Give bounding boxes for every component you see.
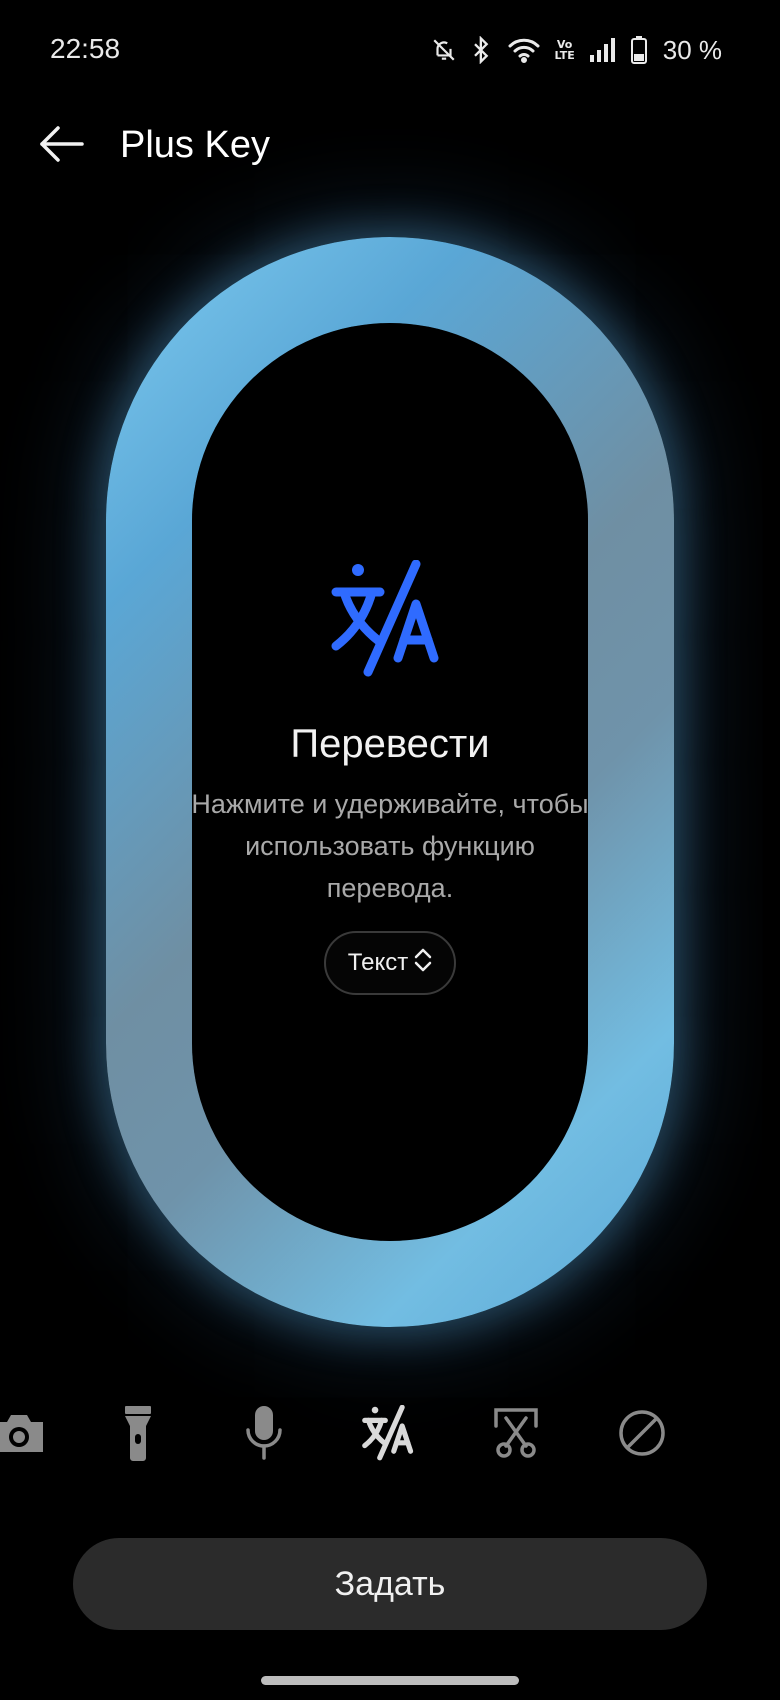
home-indicator[interactable]: [261, 1676, 519, 1685]
volte-icon: Vo LTE: [555, 39, 575, 61]
tool-none[interactable]: [607, 1400, 677, 1470]
flashlight-icon: [121, 1404, 155, 1467]
wifi-icon: [507, 37, 541, 63]
translate-mode-select[interactable]: Текст: [323, 931, 457, 995]
arrow-left-icon: [38, 124, 86, 169]
feature-panel: Перевести Нажмите и удерживайте, чтобы и…: [190, 560, 590, 995]
feature-description: Нажмите и удерживайте, чтобы использоват…: [191, 789, 589, 903]
camera-icon: [0, 1410, 47, 1461]
microphone-icon: [244, 1404, 284, 1467]
translate-icon: [361, 1404, 419, 1466]
chevron-up-down-icon: [414, 947, 432, 980]
page-title: Plus Key: [120, 124, 270, 166]
mute-bell-icon: [431, 37, 457, 63]
tool-voice-recorder[interactable]: [229, 1400, 299, 1470]
translate-icon: [190, 560, 590, 678]
mode-label: Текст: [347, 949, 409, 976]
back-button[interactable]: [34, 120, 90, 172]
status-icons: Vo LTE 30 %: [431, 30, 722, 70]
feature-title: Перевести: [290, 722, 490, 766]
tool-flashlight[interactable]: [103, 1400, 173, 1470]
signal-icon: [589, 37, 617, 63]
tool-selector: [0, 1400, 780, 1470]
set-button[interactable]: Задать: [73, 1538, 707, 1630]
status-time: 22:58: [50, 33, 121, 64]
prohibited-icon: [617, 1408, 667, 1463]
header: Plus Key: [0, 110, 780, 180]
screenshot-scissors-icon: [492, 1406, 540, 1465]
bluetooth-icon: [471, 36, 493, 64]
status-bar: 22:58 Vo LTE 30 %: [0, 0, 780, 100]
tool-screenshot[interactable]: [481, 1400, 551, 1470]
tool-translate[interactable]: [355, 1400, 425, 1470]
battery-icon: [630, 36, 647, 64]
tool-camera[interactable]: [0, 1400, 54, 1470]
volte-bottom-label: LTE: [554, 49, 575, 62]
battery-percent: 30 %: [662, 34, 722, 65]
